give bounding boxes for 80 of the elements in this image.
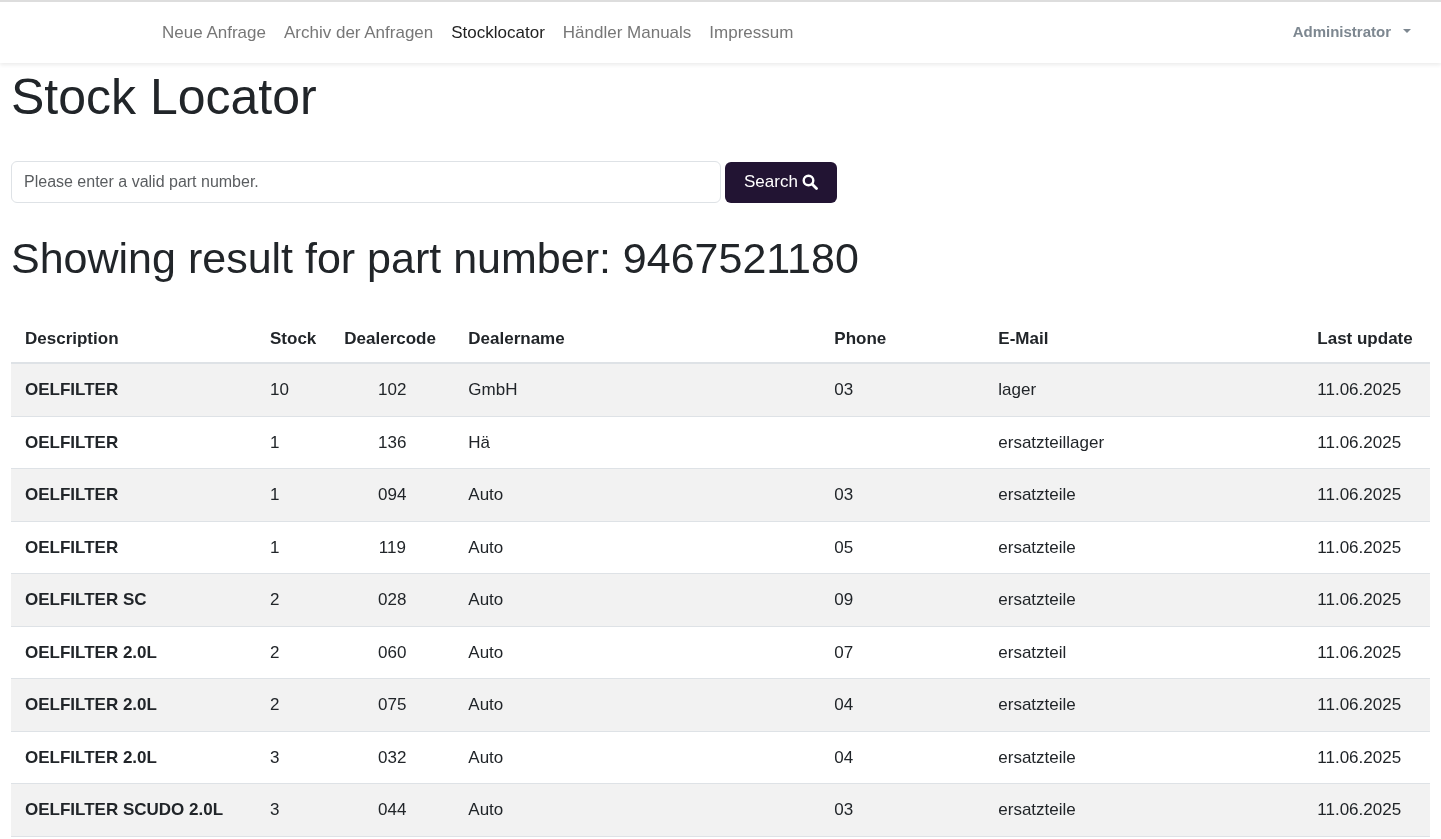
description-cell: OELFILTER SCUDO 2.0L — [25, 800, 224, 820]
nav-link[interactable]: Neue Anfrage — [153, 13, 275, 52]
table-cell: 3 — [270, 800, 280, 820]
table-cell: 102 — [378, 380, 407, 400]
table-cell: 11.06.2025 — [1317, 537, 1402, 557]
table-cell: Hä — [468, 432, 491, 452]
table-cell: 11.06.2025 — [1317, 380, 1402, 400]
table-cell: 09 — [834, 590, 854, 610]
table-cell: ersatzteil — [998, 642, 1067, 662]
table-cell: 11.06.2025 — [1317, 642, 1402, 662]
table-cell: ersatzteile — [998, 695, 1076, 715]
table-cell: 04 — [834, 747, 854, 767]
table-cell: 03 — [834, 800, 854, 820]
column-header: Last update — [1303, 314, 1430, 364]
table-cell: 044 — [378, 800, 407, 820]
table-cell: 11.06.2025 — [1317, 747, 1402, 767]
table-cell: 060 — [378, 642, 407, 662]
column-header: E-Mail — [984, 314, 1304, 364]
description-cell: OELFILTER 2.0L — [25, 747, 157, 767]
description-cell: OELFILTER SC — [25, 590, 147, 610]
table-cell: ersatzteile — [998, 485, 1076, 505]
search-icon — [801, 174, 818, 190]
table-cell: 10 — [270, 380, 289, 400]
table-cell: ersatzteillager — [998, 432, 1105, 452]
table-cell: 1 — [270, 485, 280, 505]
column-header: Dealercode — [330, 314, 455, 364]
table-cell: 075 — [378, 695, 407, 715]
table-cell: 11.06.2025 — [1317, 695, 1402, 715]
column-header: Stock — [256, 314, 331, 364]
nav-link[interactable]: Archiv der Anfragen — [274, 13, 443, 52]
table-cell: Auto — [468, 537, 504, 557]
table-cell: 2 — [270, 695, 280, 715]
table-cell: Auto — [468, 485, 504, 505]
description-cell: OELFILTER 2.0L — [25, 642, 157, 662]
table-cell: 11.06.2025 — [1317, 432, 1402, 452]
description-cell: OELFILTER 2.0L — [25, 695, 157, 715]
table-cell: 032 — [378, 747, 407, 767]
table-cell: ersatzteile — [998, 747, 1076, 767]
table-cell: 03 — [834, 485, 854, 505]
result-heading: Showing result for part number: 9467521180 — [11, 233, 860, 284]
table-cell: Auto — [468, 800, 504, 820]
table-cell: 05 — [834, 537, 854, 557]
table-cell: ersatzteile — [998, 590, 1076, 610]
table-cell: 11.06.2025 — [1317, 485, 1402, 505]
table-cell: Auto — [468, 695, 504, 715]
column-header: Description — [11, 314, 256, 364]
description-cell: OELFILTER — [25, 432, 119, 452]
table-cell: GmbH — [468, 380, 518, 400]
page-title: Stock Locator — [11, 68, 318, 127]
column-header: Dealername — [454, 314, 821, 364]
table-cell: 1 — [270, 432, 280, 452]
table-cell: 2 — [270, 642, 280, 662]
table-cell: Auto — [468, 590, 504, 610]
table-cell: 094 — [378, 485, 407, 505]
description-cell: OELFILTER — [25, 485, 119, 505]
table-cell: 11.06.2025 — [1317, 800, 1402, 820]
table-cell: Auto — [468, 642, 504, 662]
table-cell: 028 — [378, 590, 407, 610]
table-cell: 136 — [378, 432, 407, 452]
nav-link[interactable]: Händler Manuals — [553, 13, 701, 52]
table-cell: ersatzteile — [998, 800, 1076, 820]
table-cell: lager — [998, 380, 1037, 400]
table-cell: 04 — [834, 695, 854, 715]
table-cell: 2 — [270, 590, 280, 610]
description-cell: OELFILTER — [25, 380, 119, 400]
nav-link[interactable]: Stocklocator — [442, 13, 554, 52]
table-cell: 3 — [270, 747, 280, 767]
nav-link[interactable]: Impressum — [700, 13, 803, 52]
table-cell: 1 — [270, 537, 280, 557]
table-cell: 11.06.2025 — [1317, 590, 1402, 610]
table-cell: 07 — [834, 642, 854, 662]
user-menu[interactable]: Administrator — [1292, 21, 1411, 44]
table-cell: 119 — [378, 537, 406, 557]
table-cell: ersatzteile — [998, 537, 1076, 557]
column-header: Phone — [820, 314, 985, 364]
description-cell: OELFILTER — [25, 537, 119, 557]
table-cell: Auto — [468, 747, 504, 767]
part-number-field[interactable]: Please enter a valid part number. — [11, 161, 721, 203]
search-button[interactable]: Search — [725, 161, 837, 203]
table-cell: 03 — [834, 380, 854, 400]
